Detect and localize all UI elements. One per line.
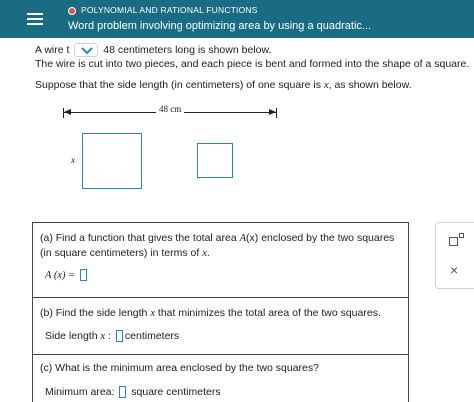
expand-button[interactable] <box>74 43 99 58</box>
question-a: (a) Find a function that gives the total… <box>32 222 409 298</box>
math-variable: x <box>100 331 106 342</box>
square-side-label: x <box>71 155 75 165</box>
problem-text: A wire <box>35 44 64 56</box>
math-variable: x <box>150 308 155 319</box>
problem-text-cut: t <box>66 44 70 56</box>
problem-line-2: The wire is cut into two pieces, and eac… <box>35 58 470 70</box>
menu-icon[interactable] <box>22 6 48 32</box>
question-b: (b) Find the side length x that minimize… <box>32 297 409 355</box>
answer-b-input[interactable] <box>115 330 123 343</box>
answer-label: A (x) = <box>45 270 76 281</box>
measure-tick-right <box>276 108 277 118</box>
unit-label: centimeters <box>124 330 180 342</box>
math-arg: (x) <box>246 232 259 244</box>
arrow-right-icon <box>269 109 276 115</box>
problem-statement: A wire t 48 centimeters long is shown be… <box>35 43 469 71</box>
chevron-down-icon <box>81 47 94 55</box>
close-icon[interactable]: × <box>450 263 458 277</box>
suppose-start: Suppose that the side length (in centime… <box>35 79 322 91</box>
problem-title: Word problem involving optimizing area b… <box>68 20 372 32</box>
suppose-end: , as shown below. <box>328 79 412 91</box>
square-large <box>82 133 142 189</box>
q-text: . <box>206 247 210 259</box>
q-text: that minimizes the total area of the two… <box>157 307 381 319</box>
unit-label: square centimeters <box>131 386 221 398</box>
topic-label: POLYNOMIAL AND RATIONAL FUNCTIONS <box>81 5 258 15</box>
arrow-left-icon <box>64 109 71 115</box>
answer-c-input[interactable] <box>119 386 127 399</box>
answer-b: Side length x : centimeters <box>45 330 180 343</box>
superscript-template-icon[interactable] <box>449 233 465 247</box>
answer-label: Side length <box>45 330 98 342</box>
answer-a-input[interactable] <box>80 269 88 282</box>
math-tools-panel: × <box>435 222 474 289</box>
problem-line-1: A wire t 48 centimeters long is shown be… <box>35 43 469 58</box>
answer-colon: : <box>108 330 111 342</box>
square-small <box>197 143 233 178</box>
suppose-text: Suppose that the side length (in centime… <box>35 79 412 91</box>
question-c-text: (c) What is the minimum area enclosed by… <box>40 362 319 374</box>
question-b-text: (b) Find the side length x that minimize… <box>40 306 381 321</box>
answer-label: Minimum area: <box>45 386 115 398</box>
top-header: POLYNOMIAL AND RATIONAL FUNCTIONS Word p… <box>0 0 474 38</box>
q-text: (b) Find the side length <box>40 307 148 319</box>
topic-status-icon <box>68 7 76 15</box>
answer-a: A (x) = <box>45 269 89 282</box>
wire-length-label: 48 cm <box>156 104 185 114</box>
question-a-text: (a) Find a function that gives the total… <box>40 231 405 261</box>
problem-text: 48 centimeters long is shown below. <box>103 44 272 56</box>
answer-c: Minimum area: square centimeters <box>45 386 221 399</box>
q-text: (a) Find a function that gives the total… <box>40 232 237 244</box>
question-c: (c) What is the minimum area enclosed by… <box>32 354 409 402</box>
